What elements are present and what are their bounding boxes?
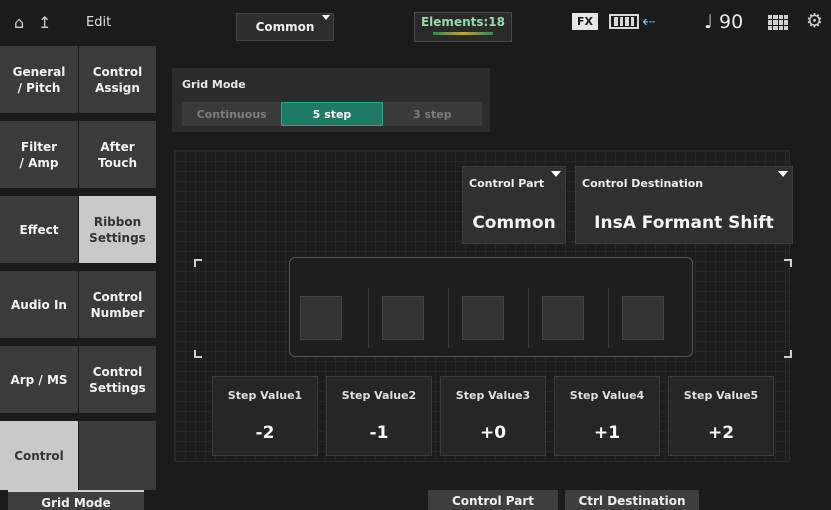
- grid-mode-5-step[interactable]: 5 step: [281, 102, 383, 126]
- control-part-function-button[interactable]: Control Part: [428, 490, 558, 510]
- ribbon-step-zone-5: [622, 296, 664, 340]
- nav-subcategory-column: Control Assign After Touch Ribbon Settin…: [79, 46, 156, 499]
- dropdown-corner-icon: [322, 15, 330, 20]
- grid-mode-continuous[interactable]: Continuous: [182, 102, 281, 126]
- nav-control-assign[interactable]: Control Assign: [79, 46, 156, 113]
- step-value-2-field[interactable]: Step Value2 -1: [326, 376, 432, 456]
- ribbon-divider: [528, 288, 529, 348]
- elements-label: Elements:18: [420, 15, 505, 29]
- ribbon-settings-panel: Grid Mode Continuous 5 step 3 step Contr…: [164, 54, 831, 490]
- nav-ribbon-settings[interactable]: Ribbon Settings: [79, 196, 156, 263]
- quick-access-grid-icon[interactable]: [768, 15, 788, 30]
- control-destination-label: Control Destination: [582, 177, 704, 190]
- step-value-5-label: Step Value5: [683, 389, 759, 402]
- left-navigation: General / Pitch Filter / Amp Effect Audi…: [0, 46, 156, 491]
- corner-bracket-bottom-right: [784, 350, 792, 358]
- control-part-value: Common: [472, 213, 556, 233]
- ribbon-divider: [368, 288, 369, 348]
- step-value-4: +1: [593, 423, 621, 443]
- step-value-5-field[interactable]: Step Value5 +2: [668, 376, 774, 456]
- grid-mode-selector: Continuous 5 step 3 step: [182, 102, 482, 126]
- up-arrow-icon[interactable]: ↥: [38, 15, 51, 31]
- step-value-1-field[interactable]: Step Value1 -2: [212, 376, 318, 456]
- nav-control-settings[interactable]: Control Settings: [79, 346, 156, 413]
- nav-filter-amp[interactable]: Filter / Amp: [0, 121, 78, 188]
- dropdown-triangle-icon: [778, 171, 788, 177]
- step-value-1: -2: [255, 423, 275, 443]
- control-destination-selector[interactable]: Control Destination InsA Formant Shift: [575, 166, 793, 244]
- control-part-label: Control Part: [469, 177, 545, 190]
- usb-icon: ⇠: [642, 12, 656, 31]
- nav-category-column: General / Pitch Filter / Amp Effect Audi…: [0, 46, 78, 499]
- ribbon-divider: [448, 288, 449, 348]
- elements-level-bar: [433, 32, 493, 35]
- nav-after-touch[interactable]: After Touch: [79, 121, 156, 188]
- step-value-2-label: Step Value2: [341, 389, 417, 402]
- keyboard-icon[interactable]: [609, 14, 639, 29]
- corner-bracket-bottom-left: [194, 350, 202, 358]
- part-selector-button[interactable]: Common: [236, 13, 334, 41]
- nav-arp-ms[interactable]: Arp / MS: [0, 346, 78, 413]
- grid-mode-group: Grid Mode Continuous 5 step 3 step: [172, 68, 490, 132]
- ribbon-step-zone-1: [300, 296, 342, 340]
- grid-mode-label: Grid Mode: [182, 78, 246, 91]
- nav-general-pitch[interactable]: General / Pitch: [0, 46, 78, 113]
- step-value-3: +0: [479, 423, 507, 443]
- step-value-1-label: Step Value1: [227, 389, 303, 402]
- ribbon-controller-display: [289, 257, 693, 357]
- ribbon-divider: [608, 288, 609, 348]
- elements-indicator[interactable]: Elements:18: [414, 12, 512, 42]
- step-value-4-label: Step Value4: [569, 389, 645, 402]
- step-value-3-field[interactable]: Step Value3 +0: [440, 376, 546, 456]
- bottom-function-bar: Grid Mode Control Part Ctrl Destination: [0, 490, 831, 510]
- corner-bracket-top-right: [784, 259, 792, 267]
- nav-control[interactable]: Control: [0, 421, 78, 491]
- nav-empty-slot: [79, 421, 156, 491]
- step-value-4-field[interactable]: Step Value4 +1: [554, 376, 660, 456]
- control-destination-value: InsA Formant Shift: [594, 213, 774, 233]
- step-value-5: +2: [707, 423, 735, 443]
- grid-mode-3-step[interactable]: 3 step: [383, 102, 482, 126]
- home-icon[interactable]: ⌂: [14, 15, 24, 31]
- step-value-3-label: Step Value3: [455, 389, 531, 402]
- nav-control-number[interactable]: Control Number: [79, 271, 156, 338]
- ctrl-destination-function-button[interactable]: Ctrl Destination: [565, 490, 699, 510]
- part-selector-label: Common: [255, 20, 315, 34]
- edit-title: Edit: [86, 15, 112, 30]
- control-part-selector[interactable]: Control Part Common: [462, 166, 566, 244]
- nav-effect[interactable]: Effect: [0, 196, 78, 263]
- ribbon-step-zone-2: [382, 296, 424, 340]
- nav-audio-in[interactable]: Audio In: [0, 271, 78, 338]
- step-value-2: -1: [369, 423, 389, 443]
- gear-icon[interactable]: ⚙: [806, 10, 823, 32]
- corner-bracket-top-left: [194, 259, 202, 267]
- grid-mode-function-button[interactable]: Grid Mode: [8, 490, 144, 510]
- fx-badge[interactable]: FX: [572, 13, 598, 30]
- dropdown-triangle-icon: [551, 171, 561, 177]
- tempo-display[interactable]: ♩ 90: [704, 11, 743, 33]
- ribbon-step-zone-4: [542, 296, 584, 340]
- ribbon-step-zone-3: [462, 296, 504, 340]
- top-bar: ⌂ ↥ Edit Common Elements:18 FX ⇠ ♩ 90 ⚙: [0, 0, 831, 46]
